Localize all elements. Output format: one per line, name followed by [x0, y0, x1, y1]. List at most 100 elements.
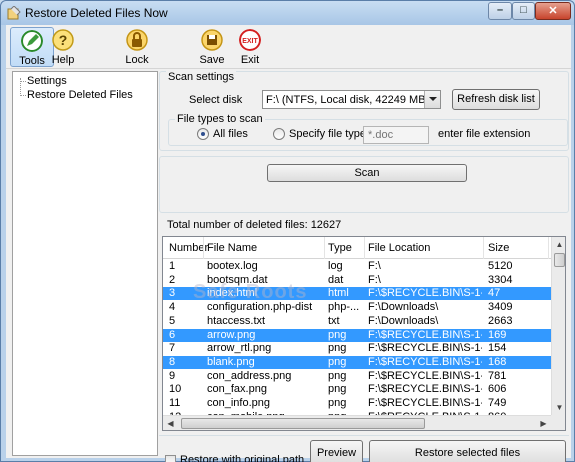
disk-select-value: F:\ (NTFS, Local disk, 42249 MB)	[266, 94, 430, 106]
cell-size: 3304	[488, 273, 513, 286]
cell-number: 9	[169, 369, 176, 382]
lock-label: Lock	[125, 54, 149, 66]
cell-file-location: F:\Downloads\	[368, 301, 439, 314]
pencil-icon	[21, 30, 43, 52]
column-file-location[interactable]: File Location	[368, 242, 430, 254]
vertical-scroll-thumb[interactable]	[554, 253, 565, 267]
column-size[interactable]: Size	[488, 242, 509, 254]
total-deleted-files: Total number of deleted files: 12627	[167, 219, 342, 231]
close-button[interactable]: ✕	[535, 2, 571, 20]
cell-size: 2663	[488, 314, 513, 327]
column-divider[interactable]	[324, 237, 325, 259]
cell-type: dat	[328, 273, 344, 286]
client-area: Tools ? Help Lock Save EXIT Exit Setting…	[6, 25, 571, 462]
all-files-label[interactable]: All files	[213, 128, 248, 140]
app-window: Restore Deleted Files Now – □ ✕ Tools ? …	[0, 0, 575, 462]
scroll-down-icon[interactable]: ▼	[552, 400, 565, 415]
horizontal-scrollbar[interactable]: ◀ ▶	[163, 415, 551, 430]
cell-type: html	[328, 287, 349, 300]
file-list[interactable]: Number File Name Type File Location Size…	[162, 236, 566, 431]
cell-number: 8	[169, 355, 176, 368]
column-file-name[interactable]: File Name	[207, 242, 257, 254]
scroll-right-icon[interactable]: ▶	[536, 416, 551, 430]
scan-button[interactable]: Scan	[267, 164, 467, 182]
app-icon	[7, 6, 21, 20]
cell-file-location: F:\$RECYCLE.BIN\S-1-5-2...	[368, 369, 482, 382]
horizontal-scroll-thumb[interactable]	[181, 418, 425, 429]
exit-label: Exit	[240, 54, 260, 66]
cell-type: txt	[328, 314, 340, 327]
tree-connector	[20, 81, 26, 82]
refresh-disk-list-button[interactable]: Refresh disk list	[452, 89, 540, 110]
table-row[interactable]: 1 bootex.log log F:\ 5120	[163, 260, 551, 273]
file-extension-input[interactable]	[363, 126, 429, 144]
minimize-icon: –	[496, 4, 504, 16]
cell-file-location: F:\Downloads\	[368, 314, 439, 327]
exit-icon: EXIT	[239, 29, 261, 51]
cell-size: 5120	[488, 260, 513, 272]
select-disk-label: Select disk	[189, 94, 243, 106]
cell-file-location: F:\	[368, 260, 381, 272]
table-row[interactable]: 9 con_address.png png F:\$RECYCLE.BIN\S-1-5…	[163, 370, 551, 383]
restore-selected-files-button[interactable]: Restore selected files	[369, 440, 566, 462]
lock-button[interactable]: Lock	[115, 27, 159, 67]
cell-file-location: F:\$RECYCLE.BIN\S-1-5-2...	[368, 383, 482, 396]
cell-number: 1	[169, 260, 176, 272]
sidebar-item-settings[interactable]: Settings	[27, 75, 67, 87]
cell-file-name: bootex.log	[207, 260, 258, 272]
vertical-scrollbar[interactable]: ▲ ▼	[551, 237, 565, 415]
table-row[interactable]: 10 con_fax.png png F:\$RECYCLE.BIN\S-1-5-2.…	[163, 383, 551, 396]
dropdown-button[interactable]	[424, 91, 440, 108]
maximize-button[interactable]: □	[512, 2, 535, 20]
specify-file-type-label[interactable]: Specify file type	[289, 128, 366, 140]
restore-selected-files-label: Restore selected files	[414, 447, 521, 459]
tree-connector	[20, 95, 26, 96]
disk-select[interactable]: F:\ (NTFS, Local disk, 42249 MB)	[262, 90, 441, 109]
cell-file-name: con_info.png	[207, 397, 270, 409]
title-bar[interactable]: Restore Deleted Files Now – □ ✕	[1, 1, 574, 25]
cell-file-location: F:\$RECYCLE.BIN\S-1-5-2...	[368, 342, 482, 355]
scroll-left-icon[interactable]: ◀	[163, 416, 178, 430]
chevron-down-icon	[429, 97, 437, 101]
table-row[interactable]: 11 con_info.png png F:\$RECYCLE.BIN\S-1-5-2…	[163, 397, 551, 410]
main-panel: Scan settings Select disk F:\ (NTFS, Loc…	[159, 71, 571, 462]
sidebar-tree: Settings Restore Deleted Files	[12, 71, 158, 456]
cell-number: 7	[169, 342, 176, 355]
file-types-title: File types to scan	[175, 113, 265, 125]
preview-button[interactable]: Preview	[310, 440, 363, 462]
scroll-up-icon[interactable]: ▲	[552, 237, 565, 252]
cell-file-name: arrow_rtl.png	[207, 342, 272, 355]
file-list-header: Number File Name Type File Location Size	[163, 237, 551, 259]
watermark: Safe Roots	[193, 281, 308, 303]
cell-type: png	[328, 328, 347, 341]
scan-area: Scan	[159, 156, 569, 213]
column-divider[interactable]	[203, 237, 204, 259]
sidebar-item-restore-deleted-files[interactable]: Restore Deleted Files	[27, 89, 133, 101]
column-type[interactable]: Type	[328, 242, 352, 254]
cell-size: 47	[488, 287, 501, 300]
help-button[interactable]: ? Help	[41, 27, 85, 67]
cell-type: png	[328, 397, 347, 409]
scrollbar-corner	[551, 415, 565, 430]
cell-file-name: con_address.png	[207, 369, 292, 382]
table-row[interactable]: 8 blank.png png F:\$RECYCLE.BIN\S-1-5-2... 1…	[163, 355, 551, 369]
column-divider[interactable]	[483, 237, 484, 259]
table-row[interactable]: 5 htaccess.txt txt F:\Downloads\ 2663	[163, 315, 551, 328]
restore-original-path-checkbox[interactable]	[165, 455, 176, 462]
column-divider[interactable]	[364, 237, 365, 259]
extension-hint: enter file extension	[438, 128, 531, 140]
table-row[interactable]: 7 arrow_rtl.png png F:\$RECYCLE.BIN\S-1-5-2…	[163, 342, 551, 355]
cell-file-name: htaccess.txt	[207, 314, 266, 327]
maximize-icon: □	[520, 4, 527, 16]
restore-original-path-label[interactable]: Restore with original path	[180, 454, 304, 462]
minimize-button[interactable]: –	[488, 2, 512, 20]
cell-number: 6	[169, 328, 176, 341]
table-row[interactable]: 6 arrow.png png F:\$RECYCLE.BIN\S-1-5-2... 1…	[163, 328, 551, 342]
cell-size: 781	[488, 369, 507, 382]
help-icon: ?	[52, 29, 74, 51]
lock-icon	[126, 29, 148, 51]
exit-button[interactable]: EXIT Exit	[228, 27, 272, 67]
all-files-radio[interactable]	[197, 128, 209, 140]
specify-file-type-radio[interactable]	[273, 128, 285, 140]
column-divider[interactable]	[548, 237, 549, 259]
